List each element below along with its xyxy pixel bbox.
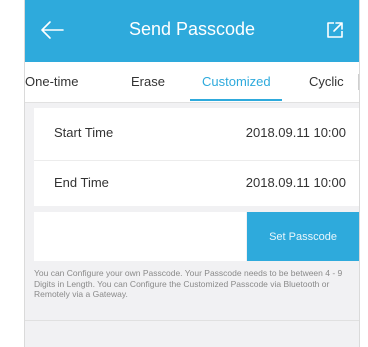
start-time-row[interactable]: Start Time 2018.09.11 10:00 (34, 108, 359, 158)
tab-cyclic[interactable]: Cyclic (309, 74, 344, 89)
passcode-input-area (34, 212, 246, 261)
end-time-label: End Time (54, 175, 109, 190)
info-text: You can Configure your own Passcode. You… (34, 268, 343, 299)
end-time-row[interactable]: End Time 2018.09.11 10:00 (34, 158, 359, 208)
page-title: Send Passcode (128, 19, 256, 39)
share-icon[interactable] (325, 20, 345, 40)
tab-erase[interactable]: Erase (131, 74, 165, 89)
start-time-label: Start Time (54, 125, 114, 140)
tab-one-time[interactable]: One-time (25, 74, 78, 89)
set-passcode-button[interactable]: Set Passcode (247, 212, 359, 261)
bottom-divider (25, 320, 359, 321)
tab-customized[interactable]: Customized (202, 74, 271, 89)
app-frame: Send Passcode One-time Erase Customized … (24, 0, 360, 347)
time-settings-card: Start Time 2018.09.11 10:00 End Time 201… (34, 108, 359, 208)
end-time-value: 2018.09.11 10:00 (245, 175, 346, 190)
tab-bar: One-time Erase Customized Cyclic (25, 62, 359, 103)
passcode-input[interactable] (34, 212, 246, 261)
start-time-value: 2018.09.11 10:00 (245, 125, 346, 140)
app-header: Send Passcode (25, 0, 359, 62)
active-tab-indicator (190, 99, 282, 101)
tab-divider (358, 74, 359, 90)
